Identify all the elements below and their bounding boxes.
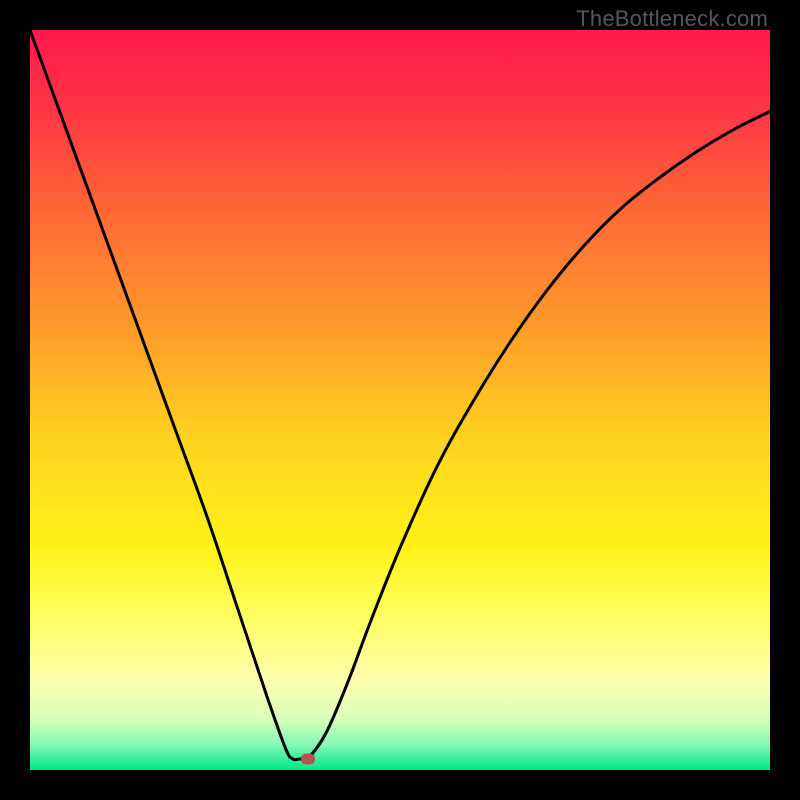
optimum-marker [301, 753, 315, 764]
chart-background [30, 30, 770, 770]
watermark-text: TheBottleneck.com [576, 6, 768, 32]
bottleneck-chart [30, 30, 770, 770]
chart-frame [30, 30, 770, 770]
